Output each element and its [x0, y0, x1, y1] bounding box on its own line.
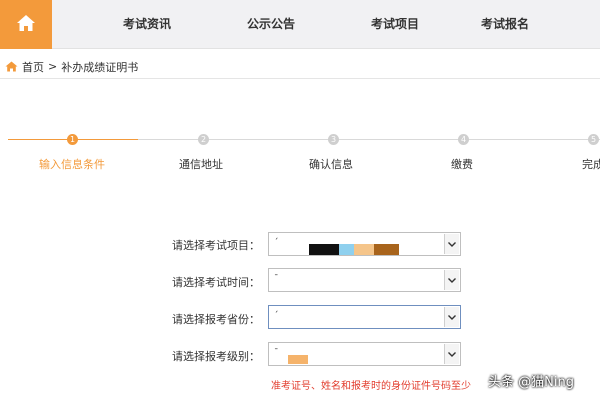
exam-time-select[interactable]: ˉ — [268, 268, 461, 292]
chevron-down-icon[interactable] — [444, 234, 459, 254]
exam-province-label: 请选择报考省份： — [172, 313, 260, 326]
redacted-value — [374, 244, 399, 255]
step-4-marker: 4 — [458, 134, 469, 145]
nav-item-exam-projects[interactable]: 考试项目 — [371, 0, 419, 49]
step-2-marker: 2 — [198, 134, 209, 145]
redacted-value — [354, 244, 374, 255]
home-icon — [16, 14, 36, 36]
hint-text: 准考证号、姓名和报考时的身份证件号码至少 — [271, 381, 471, 392]
nav-item-exam-registration[interactable]: 考试报名 — [481, 0, 529, 49]
step-1-marker: 1 — [67, 134, 78, 145]
text-cursor: ˊ — [274, 238, 279, 248]
breadcrumb-current: 补办成绩证明书 — [61, 60, 139, 74]
nav-item-exam-news[interactable]: 考试资讯 — [123, 0, 171, 49]
home-button[interactable] — [0, 0, 52, 49]
step-1-label: 输入信息条件 — [39, 158, 105, 171]
chevron-down-icon[interactable] — [444, 307, 459, 327]
exam-province-select[interactable]: ˊ — [268, 305, 461, 329]
breadcrumb-home-link[interactable]: 首页 — [22, 59, 44, 75]
text-cursor: ˊ — [274, 311, 279, 321]
step-4-label: 缴费 — [451, 158, 473, 171]
exam-level-select[interactable]: ˉ — [268, 342, 461, 366]
exam-project-label: 请选择考试项目： — [172, 239, 260, 252]
text-cursor: ˉ — [274, 348, 279, 358]
home-icon — [5, 61, 18, 72]
redacted-value — [288, 355, 308, 364]
redacted-value — [339, 244, 354, 255]
step-5-marker: 5 — [588, 134, 599, 145]
step-3-marker: 3 — [328, 134, 339, 145]
breadcrumb: 首页 > 补办成绩证明书 — [0, 55, 600, 79]
step-3-label: 确认信息 — [309, 158, 353, 171]
breadcrumb-separator: > — [48, 60, 58, 73]
exam-time-label: 请选择考试时间： — [172, 276, 260, 289]
step-2-label: 通信地址 — [179, 158, 223, 171]
nav-item-announcements[interactable]: 公示公告 — [247, 0, 295, 49]
chevron-down-icon[interactable] — [444, 344, 459, 364]
chevron-down-icon[interactable] — [444, 270, 459, 290]
exam-level-label: 请选择报考级别： — [172, 350, 260, 363]
step-5-label: 完成 — [582, 158, 600, 171]
exam-project-select[interactable]: ˊ — [268, 232, 461, 256]
text-cursor: ˉ — [274, 274, 279, 284]
watermark: 头条 @猫Ning — [488, 375, 574, 390]
redacted-value — [309, 244, 339, 255]
top-navigation: 考试资讯 公示公告 考试项目 考试报名 — [0, 0, 600, 49]
